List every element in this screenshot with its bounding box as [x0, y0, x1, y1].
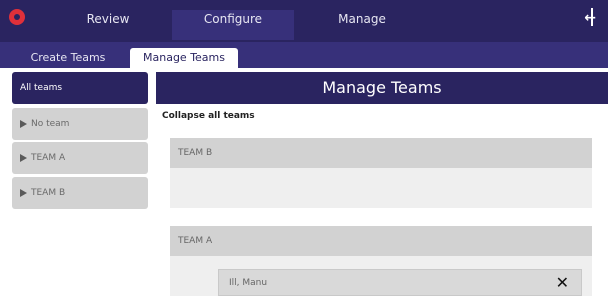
sidebar-item-team-a[interactable]: TEAM A [12, 142, 148, 174]
top-nav-bar: Review Configure Manage ← [0, 0, 608, 42]
sidebar-item-team-b[interactable]: TEAM B [12, 177, 148, 209]
sidebar-item-no-team[interactable]: No team [12, 108, 148, 140]
team-header[interactable]: TEAM A [170, 226, 592, 256]
collapse-all-teams-link[interactable]: Collapse all teams [162, 111, 255, 121]
sidebar-item-label: No team [31, 119, 70, 129]
tab-create-teams[interactable]: Create Teams [14, 48, 122, 68]
tab-manage[interactable]: Manage [300, 10, 424, 40]
sidebar-item-label: All teams [20, 83, 63, 93]
sidebar-item-label: TEAM B [31, 188, 66, 198]
app-logo-icon [9, 9, 25, 25]
expand-arrow-icon [20, 188, 27, 197]
page-title: Manage Teams [156, 72, 608, 104]
tab-configure[interactable]: Configure [172, 10, 294, 40]
team-card-team-b: TEAM B [170, 138, 592, 208]
tab-review[interactable]: Review [48, 10, 168, 40]
member-name: Ill, Manu [229, 278, 268, 288]
close-icon[interactable]: ✕ [556, 273, 569, 293]
sidebar-item-label: TEAM A [31, 153, 66, 163]
team-member-chip[interactable]: Ill, Manu ✕ [218, 269, 582, 296]
expand-arrow-icon [20, 119, 27, 128]
expand-arrow-icon [20, 153, 27, 162]
sign-out-icon[interactable]: ← [584, 8, 596, 26]
team-header[interactable]: TEAM B [170, 138, 592, 168]
tab-manage-teams[interactable]: Manage Teams [130, 48, 238, 68]
sidebar-item-all-teams[interactable]: All teams [12, 72, 148, 104]
sub-nav-bar: Create Teams Manage Teams [0, 42, 608, 68]
